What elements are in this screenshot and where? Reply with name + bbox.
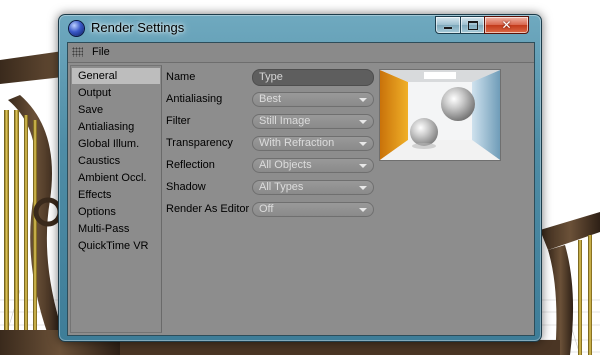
shadow-dropdown[interactable]: All Types [252,180,374,195]
menu-file[interactable]: File [92,46,110,58]
close-button[interactable]: ✕ [484,16,529,34]
general-settings-panel: Name Type Antialiasing Best Filter Still… [164,65,532,331]
chevron-down-icon [359,98,367,102]
transparency-dropdown[interactable]: With Refraction [252,136,374,151]
sidebar-item-quicktime-vr[interactable]: QuickTime VR [72,238,160,254]
render-as-editor-dropdown[interactable]: Off [252,202,374,217]
reflection-dropdown[interactable]: All Objects [252,158,374,173]
shadow-value: All Types [259,181,304,193]
name-field[interactable]: Type [252,69,374,86]
filter-label: Filter [166,115,191,127]
chevron-down-icon [359,186,367,190]
reflection-label: Reflection [166,159,215,171]
render-settings-window: Render Settings ✕ File General Output Sa… [58,14,542,342]
sidebar-item-output[interactable]: Output [72,85,160,101]
sidebar-item-antialiasing[interactable]: Antialiasing [72,119,160,135]
menu-bar: File [68,43,534,63]
chevron-down-icon [359,120,367,124]
cinema4d-app-icon [69,21,84,36]
settings-category-list: General Output Save Antialiasing Global … [70,65,162,333]
name-label: Name [166,71,196,83]
render-as-editor-value: Off [259,203,274,215]
sidebar-item-options[interactable]: Options [72,204,160,220]
reflection-value: All Objects [259,159,312,171]
chevron-down-icon [359,208,367,212]
window-title: Render Settings [91,20,185,35]
filter-value: Still Image [259,115,311,127]
transparency-label: Transparency [166,137,233,149]
minimize-icon [444,26,452,29]
sidebar-item-ambient-occlusion[interactable]: Ambient Occl. [72,170,160,186]
sidebar-item-global-illumination[interactable]: Global Illum. [72,136,160,152]
chevron-down-icon [359,142,367,146]
sidebar-item-save[interactable]: Save [72,102,160,118]
shadow-label: Shadow [166,181,206,193]
transparency-value: With Refraction [259,137,335,149]
chevron-down-icon [359,164,367,168]
sidebar-item-caustics[interactable]: Caustics [72,153,160,169]
maximize-button[interactable] [460,16,485,34]
filter-dropdown[interactable]: Still Image [252,114,374,129]
minimize-button[interactable] [435,16,461,34]
panel-grip-icon[interactable] [72,47,83,57]
render-as-editor-label: Render As Editor [166,203,250,215]
close-icon: ✕ [501,18,512,32]
antialiasing-value: Best [259,93,282,105]
sidebar-item-general[interactable]: General [72,68,160,84]
antialiasing-dropdown[interactable]: Best [252,92,374,107]
antialiasing-label: Antialiasing [166,93,223,105]
title-bar[interactable]: Render Settings ✕ [59,15,541,41]
render-preview-image [379,69,501,161]
sidebar-item-multi-pass[interactable]: Multi-Pass [72,221,160,237]
sidebar-item-effects[interactable]: Effects [72,187,160,203]
maximize-icon [467,20,478,30]
window-client-area: File General Output Save Antialiasing Gl… [67,42,535,336]
